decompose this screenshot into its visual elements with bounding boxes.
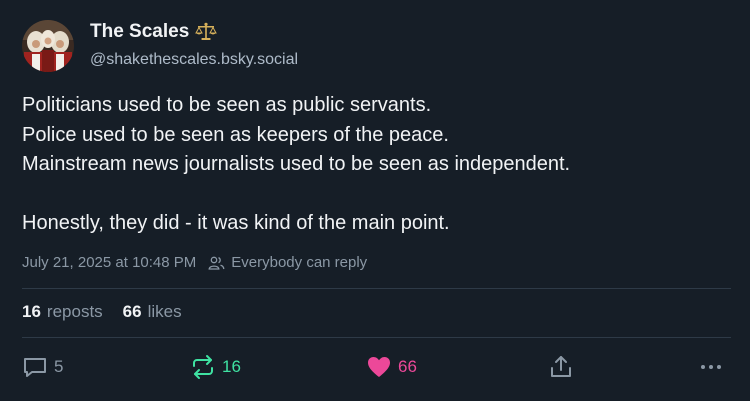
- post-line: Politicians used to be seen as public se…: [22, 94, 432, 116]
- share-button[interactable]: [548, 354, 574, 380]
- heart-icon: [366, 354, 392, 380]
- repost-icon: [190, 354, 216, 380]
- reply-icon: [22, 354, 48, 380]
- avatar[interactable]: [22, 20, 74, 72]
- post-line: Honestly, they did - it was kind of the …: [22, 212, 450, 234]
- author-display-name[interactable]: The Scales: [90, 21, 218, 43]
- reply-button[interactable]: 5: [22, 354, 63, 380]
- likes-stat[interactable]: 66 likes: [123, 302, 182, 322]
- post-card: The Scales @shakethescales.bsky.social P…: [0, 0, 750, 401]
- more-icon: [698, 354, 724, 380]
- engagement-stats: 16 reposts 66 likes: [22, 302, 182, 322]
- post-meta: July 21, 2025 at 10:48 PM Everybody can …: [22, 254, 367, 271]
- share-icon: [548, 354, 574, 380]
- post-line: Police used to be seen as keepers of the…: [22, 123, 449, 146]
- author-name-text: The Scales: [90, 21, 190, 42]
- author-handle[interactable]: @shakethescales.bsky.social: [90, 51, 298, 69]
- reply-setting[interactable]: Everybody can reply: [231, 254, 367, 271]
- post-line: Mainstream news journalists used to be s…: [22, 153, 571, 175]
- likes-label: likes: [147, 302, 182, 321]
- reposts-count: 16: [22, 302, 41, 321]
- like-count: 66: [398, 357, 417, 376]
- post-text: Politicians used to be seen as public se…: [22, 91, 722, 239]
- action-bar: 5 16 66: [0, 354, 750, 384]
- avatar-image: [22, 20, 74, 72]
- post-timestamp: July 21, 2025 at 10:48 PM: [22, 254, 197, 271]
- scales-icon: [195, 22, 218, 42]
- reposts-stat[interactable]: 16 reposts: [22, 302, 103, 322]
- repost-count: 16: [222, 357, 241, 376]
- post-line-blank: [22, 180, 722, 210]
- divider: [22, 337, 731, 338]
- more-options-button[interactable]: [698, 354, 724, 380]
- people-icon: [208, 255, 225, 271]
- reposts-label: reposts: [46, 302, 103, 321]
- likes-count: 66: [122, 302, 142, 321]
- reply-count: 5: [54, 357, 64, 376]
- divider: [22, 288, 731, 289]
- repost-button[interactable]: 16: [190, 354, 241, 380]
- like-button[interactable]: 66: [366, 354, 417, 380]
